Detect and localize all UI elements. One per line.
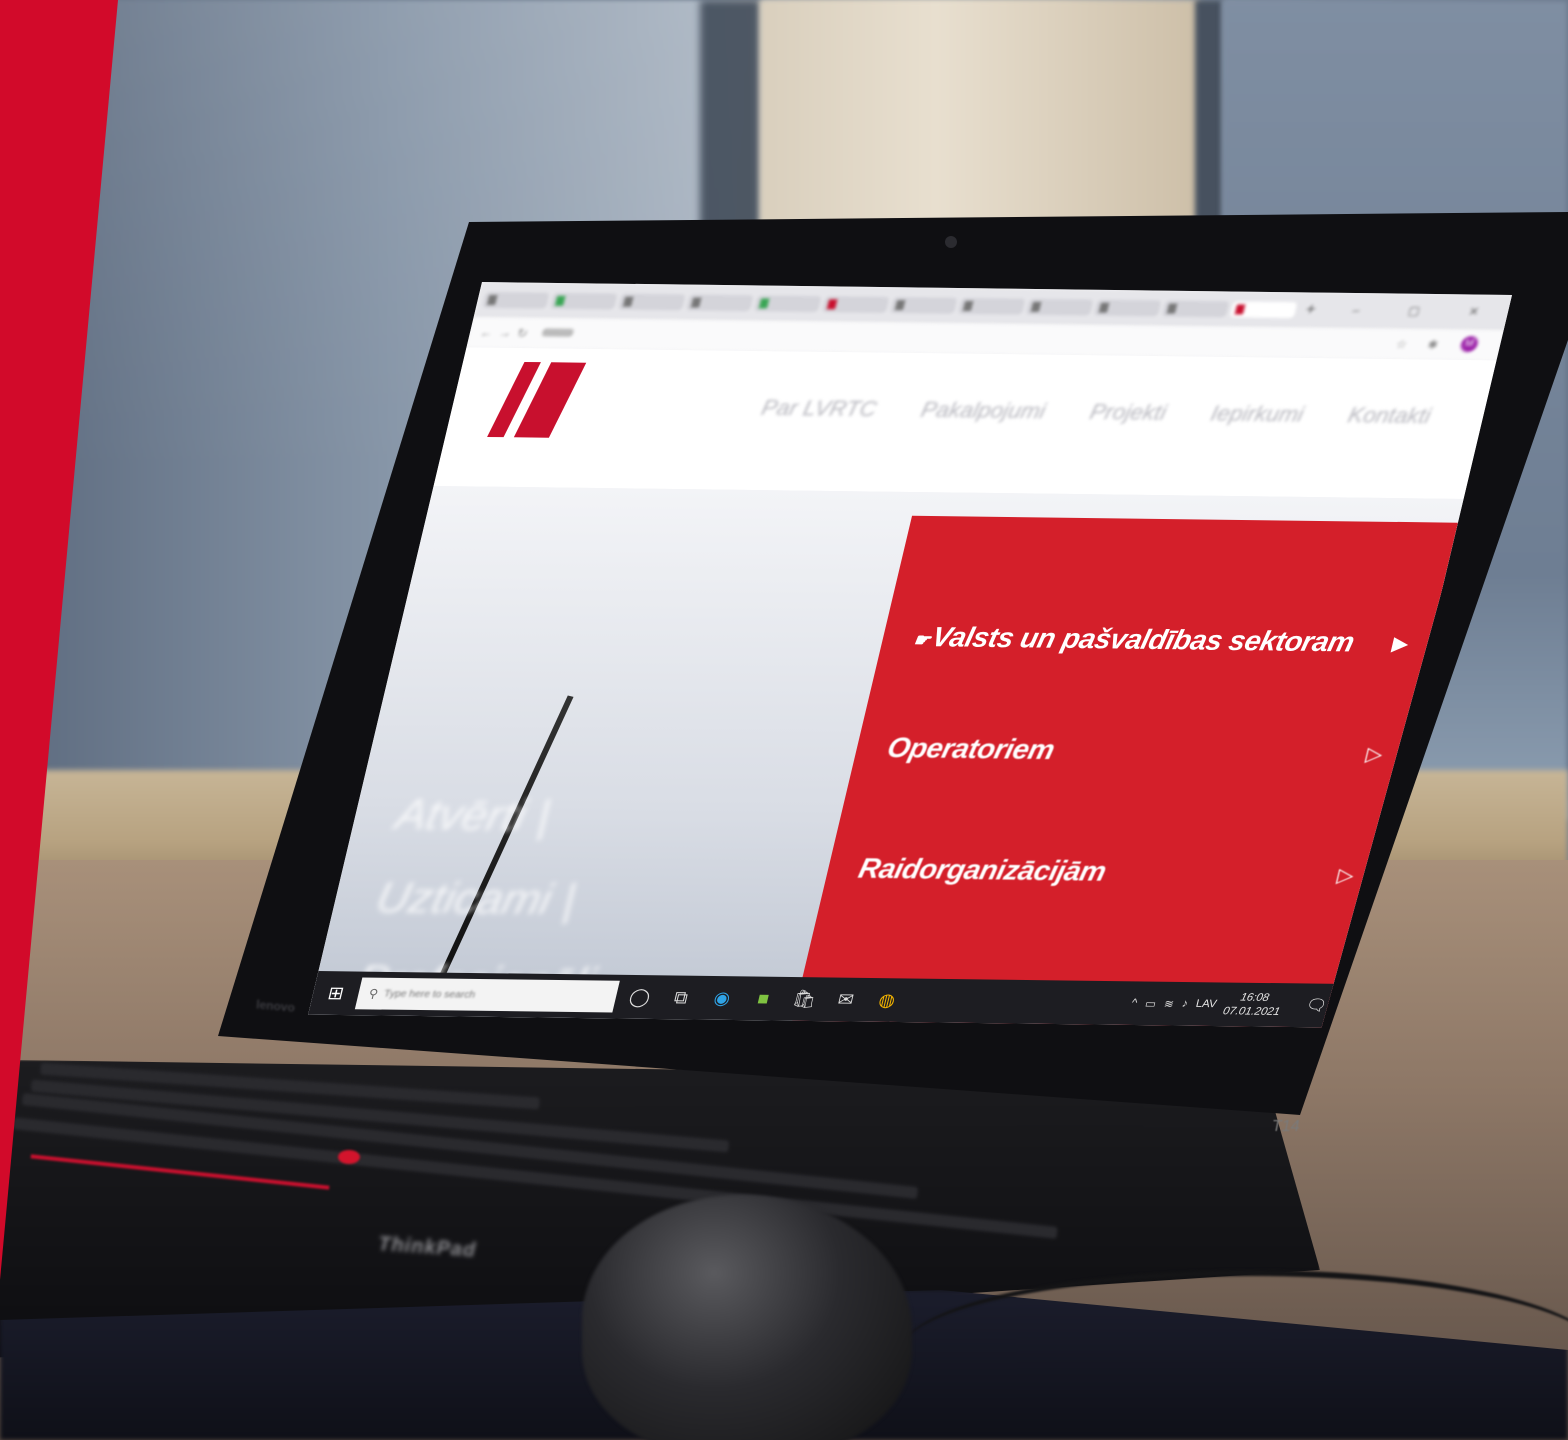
mail-icon[interactable]: ✉ [824, 982, 867, 1016]
sector-link-operators[interactable]: Operatoriem ▷ [881, 718, 1390, 784]
wifi-icon[interactable]: ≋ [1163, 997, 1176, 1010]
search-placeholder: Type here to search [382, 988, 477, 1001]
battery-icon[interactable]: ▭ [1144, 997, 1158, 1010]
store-icon[interactable]: 🛍 [783, 982, 826, 1016]
browser-tab[interactable] [821, 296, 890, 313]
language-indicator[interactable]: LAV [1195, 998, 1218, 1010]
site-header: Par LVRTC Pakalpojumi Projekti Iepirkumi… [433, 347, 1497, 499]
taskbar-search[interactable]: ⚲ Type here to search [354, 977, 620, 1013]
nav-item-iepirkumi[interactable]: Iepirkumi [1208, 400, 1306, 427]
nav-item-kontakti[interactable]: Kontakti [1345, 402, 1434, 429]
clock-time: 16:08 [1239, 991, 1271, 1004]
browser-tab[interactable] [1025, 298, 1094, 316]
site-logo-text [479, 443, 664, 445]
browser-tab[interactable] [1161, 300, 1230, 318]
browser-tab[interactable] [1093, 299, 1162, 317]
window-controls[interactable]: – ▢ ✕ [1351, 303, 1503, 319]
nav-item-projekti[interactable]: Projekti [1087, 399, 1169, 426]
browser-tab[interactable] [618, 293, 686, 311]
sector-label: Raidorganizācijām [855, 852, 1110, 887]
system-tray: ^ ▭ ≋ ♪ LAV 16:08 07.01.2021 [1128, 989, 1284, 1019]
sector-link-government[interactable]: ☛Valsts un pašvaldības sektoram ▶ [907, 607, 1416, 673]
back-icon[interactable]: ← [479, 326, 495, 340]
forward-icon[interactable]: → [497, 326, 513, 340]
browser-tab-active[interactable] [1229, 301, 1298, 319]
sector-label: Operatoriem [884, 732, 1058, 765]
extensions-icon[interactable]: ✱ [1426, 338, 1440, 352]
volume-icon[interactable]: ♪ [1181, 998, 1189, 1010]
arrow-right-icon: ▷ [1335, 864, 1357, 887]
browser-window: + – ▢ ✕ ← → ↻ ☆ ✱ M Par LVRTC Pakalpojum… [308, 282, 1513, 1028]
browser-tab[interactable] [686, 294, 754, 312]
nav-item-par-lvrtc[interactable]: Par LVRTC [759, 395, 879, 422]
bookmark-icon[interactable]: ☆ [1395, 337, 1409, 351]
app-icon[interactable]: ■ [742, 981, 785, 1015]
browser-tab[interactable] [482, 291, 550, 309]
url-field[interactable] [541, 328, 575, 337]
notification-icon[interactable]: 🗨 [1304, 995, 1330, 1015]
sector-link-broadcasters[interactable]: Raidorganizācijām ▷ [852, 839, 1361, 905]
browser-tab[interactable] [957, 297, 1026, 315]
webcam [945, 236, 957, 248]
photo-scene: ThinkPad lenovo T14 + – ▢ ✕ ← → ↻ ☆ ✱ M … [0, 0, 1568, 1440]
arrow-right-icon: ▶ [1390, 632, 1412, 655]
profile-avatar[interactable]: M [1459, 336, 1480, 353]
new-tab-button[interactable]: + [1304, 301, 1318, 319]
cortana-icon[interactable]: ◯ [618, 980, 661, 1014]
trackpoint [338, 1150, 360, 1164]
browser-tab[interactable] [889, 297, 958, 314]
reload-icon[interactable]: ↻ [516, 326, 530, 340]
chrome-icon[interactable]: ◍ [865, 983, 908, 1017]
clock-date: 07.01.2021 [1221, 1005, 1282, 1018]
search-icon: ⚲ [367, 986, 380, 1001]
edge-icon[interactable]: ◉ [701, 981, 744, 1015]
chevron-up-icon[interactable]: ^ [1130, 997, 1138, 1009]
model-label: T14 [1272, 1118, 1300, 1135]
mouse-cable [900, 1270, 1568, 1436]
browser-tab[interactable] [550, 292, 618, 310]
arrow-right-icon: ▷ [1363, 743, 1385, 766]
sector-label: Valsts un pašvaldības sektoram [928, 621, 1358, 658]
browser-tab[interactable] [753, 295, 822, 313]
main-navigation: Par LVRTC Pakalpojumi Projekti Iepirkumi… [759, 395, 1433, 429]
site-logo[interactable] [487, 361, 587, 438]
task-view-icon[interactable]: ⧉ [659, 980, 702, 1014]
clock[interactable]: 16:08 07.01.2021 [1221, 990, 1284, 1018]
nav-item-pakalpojumi[interactable]: Pakalpojumi [919, 397, 1048, 424]
